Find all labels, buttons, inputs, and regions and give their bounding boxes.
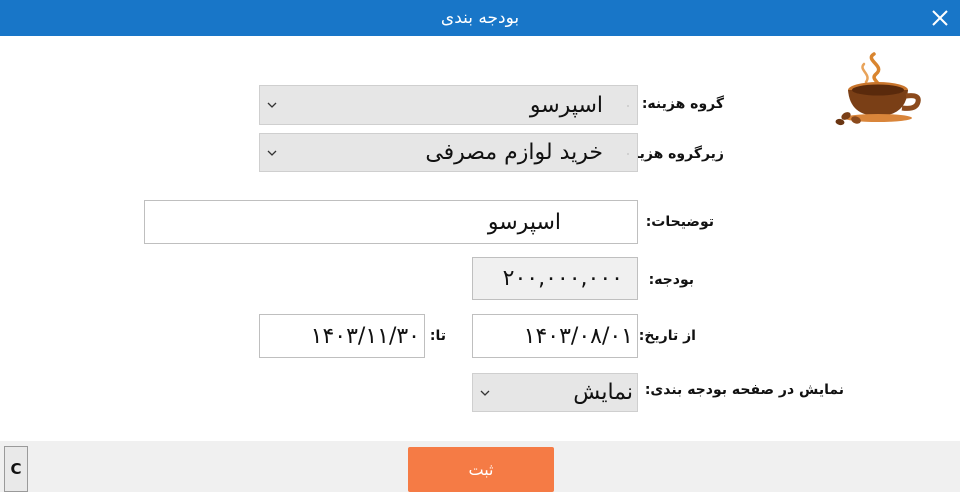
budget-value: ۲۰۰,۰۰۰,۰۰۰ [502, 266, 623, 291]
show-in-budget-page-select[interactable]: نمایش [472, 373, 638, 412]
date-from-input[interactable]: ۱۴۰۳/۰۸/۰۱ [472, 314, 638, 358]
date-from-label: از تاریخ: [638, 328, 696, 344]
description-input[interactable]: اسپرسو [144, 200, 638, 244]
show-in-budget-page-value: نمایش [573, 380, 633, 405]
date-to-value: ۱۴۰۳/۱۱/۳۰ [310, 323, 420, 349]
budget-label: بودجه: [648, 272, 694, 288]
expense-group-label: گروه هزینه: [641, 96, 724, 112]
expense-group-select[interactable]: اسپرسو [259, 85, 638, 125]
date-to-label: تا: [429, 328, 446, 344]
date-from-value: ۱۴۰۳/۰۸/۰۱ [523, 323, 633, 349]
window-title: بودجه بندی [440, 8, 520, 28]
budget-input[interactable]: ۲۰۰,۰۰۰,۰۰۰ [472, 257, 638, 300]
date-to-input[interactable]: ۱۴۰۳/۱۱/۳۰ [259, 314, 425, 358]
submit-button[interactable]: ثبت [408, 447, 554, 492]
expense-group-value: اسپرسو [529, 92, 603, 118]
chevron-down-icon [480, 390, 490, 396]
close-icon[interactable] [928, 6, 952, 30]
show-in-budget-page-label: نمایش در صفحه بودجه بندی: [644, 382, 844, 398]
description-value: اسپرسو [487, 209, 561, 235]
description-label: توضیحات: [645, 214, 714, 230]
chevron-down-icon [267, 102, 277, 108]
expense-subgroup-select[interactable]: خرید لوازم مصرفی [259, 133, 638, 172]
expense-subgroup-value: خرید لوازم مصرفی [425, 140, 603, 165]
chevron-down-icon [267, 150, 277, 156]
clear-button[interactable]: C [4, 446, 28, 492]
coffee-cup-icon [834, 50, 922, 126]
